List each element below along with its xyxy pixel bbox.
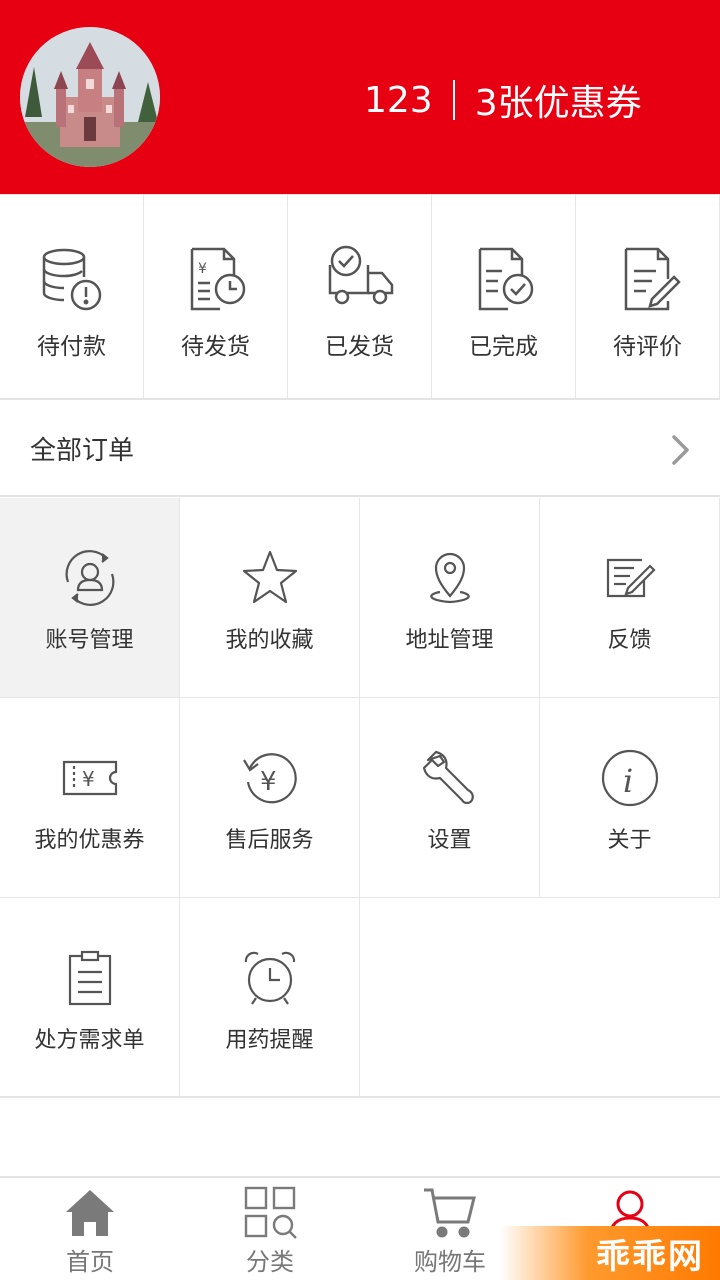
- order-label: 待发货: [181, 334, 250, 360]
- chevron-right-icon: [672, 435, 689, 465]
- tab-category[interactable]: 分类: [180, 1178, 360, 1280]
- menu-address-management[interactable]: 地址管理: [360, 498, 540, 698]
- all-orders-label: 全部订单: [30, 435, 135, 466]
- truck-check-icon: [328, 245, 393, 305]
- menu-label: 售后服务: [225, 828, 314, 853]
- info-icon: i: [601, 749, 658, 807]
- watermark-text: 乖乖网: [596, 1236, 704, 1277]
- star-icon: [242, 550, 297, 604]
- order-pending-review[interactable]: 待评价: [576, 195, 720, 398]
- account-sync-icon: [65, 550, 114, 606]
- document-check-icon: [478, 247, 533, 311]
- order-shipped[interactable]: 已发货: [288, 195, 432, 398]
- svg-text:i: i: [623, 762, 633, 800]
- menu-label: 处方需求单: [34, 1028, 145, 1053]
- order-label: 待付款: [37, 334, 106, 360]
- watermark-logo: 乖乖网: [500, 1226, 720, 1280]
- order-label: 已完成: [469, 334, 538, 360]
- order-label: 待评价: [613, 334, 682, 360]
- menu-label: 地址管理: [405, 628, 494, 653]
- user-id: 123: [364, 79, 433, 121]
- wrench-icon: [422, 750, 474, 805]
- menu-label: 账号管理: [45, 628, 134, 653]
- feedback-icon: [606, 558, 656, 598]
- menu-empty-cell: [360, 898, 720, 1098]
- svg-text:¥: ¥: [260, 767, 277, 797]
- menu-after-sales[interactable]: ¥ 售后服务: [180, 698, 360, 898]
- document-pen-icon: [624, 247, 681, 311]
- tab-label: 购物车: [414, 1248, 486, 1276]
- menu-label: 反馈: [607, 628, 652, 653]
- order-label: 已发货: [325, 334, 394, 360]
- refund-yen-icon: ¥: [242, 753, 297, 804]
- menu-about[interactable]: i 关于: [540, 698, 720, 898]
- menu-favorites[interactable]: 我的收藏: [180, 498, 360, 698]
- menu-label: 我的优惠券: [34, 828, 145, 853]
- menu-medication-reminder[interactable]: 用药提醒: [180, 898, 360, 1098]
- menu-grid: 账号管理 我的收藏 地址管理 反馈 ¥ 我的优惠券 ¥ 售后服务 设置 i 关于…: [0, 498, 720, 1098]
- menu-my-coupons[interactable]: ¥ 我的优惠券: [0, 698, 180, 898]
- cart-icon: [424, 1188, 476, 1238]
- menu-account-management[interactable]: 账号管理: [0, 498, 180, 698]
- divider: [452, 80, 455, 120]
- svg-text:¥: ¥: [198, 261, 207, 277]
- profile-header: 123 3张优惠券: [0, 0, 720, 194]
- order-pending-shipment[interactable]: ¥ 待发货: [144, 195, 288, 398]
- clipboard-icon: [68, 950, 111, 1006]
- category-icon: [244, 1186, 297, 1239]
- user-summary: 123 3张优惠券: [364, 72, 642, 128]
- coins-alert-icon: [42, 248, 101, 311]
- tab-label: 首页: [66, 1248, 114, 1276]
- order-pending-payment[interactable]: 待付款: [0, 195, 144, 398]
- menu-label: 设置: [427, 828, 472, 853]
- coupon-ticket-icon: ¥: [62, 760, 117, 796]
- location-pin-icon: [429, 552, 470, 604]
- avatar[interactable]: [20, 27, 160, 167]
- invoice-clock-icon: ¥: [190, 247, 245, 311]
- alarm-clock-icon: [244, 951, 295, 1005]
- order-status-bar: 待付款 ¥ 待发货 已发货 已完成 待评价: [0, 194, 720, 400]
- menu-label: 我的收藏: [225, 628, 314, 653]
- coupon-count[interactable]: 3张优惠券: [475, 74, 642, 126]
- menu-settings[interactable]: 设置: [360, 698, 540, 898]
- svg-text:¥: ¥: [82, 767, 95, 791]
- menu-label: 用药提醒: [225, 1028, 314, 1053]
- tab-label: 分类: [246, 1248, 294, 1276]
- order-completed[interactable]: 已完成: [432, 195, 576, 398]
- all-orders-row[interactable]: 全部订单: [0, 401, 720, 497]
- menu-label: 关于: [607, 828, 652, 853]
- menu-prescription-request[interactable]: 处方需求单: [0, 898, 180, 1098]
- home-icon: [66, 1190, 114, 1236]
- tab-home[interactable]: 首页: [0, 1178, 180, 1280]
- menu-feedback[interactable]: 反馈: [540, 498, 720, 698]
